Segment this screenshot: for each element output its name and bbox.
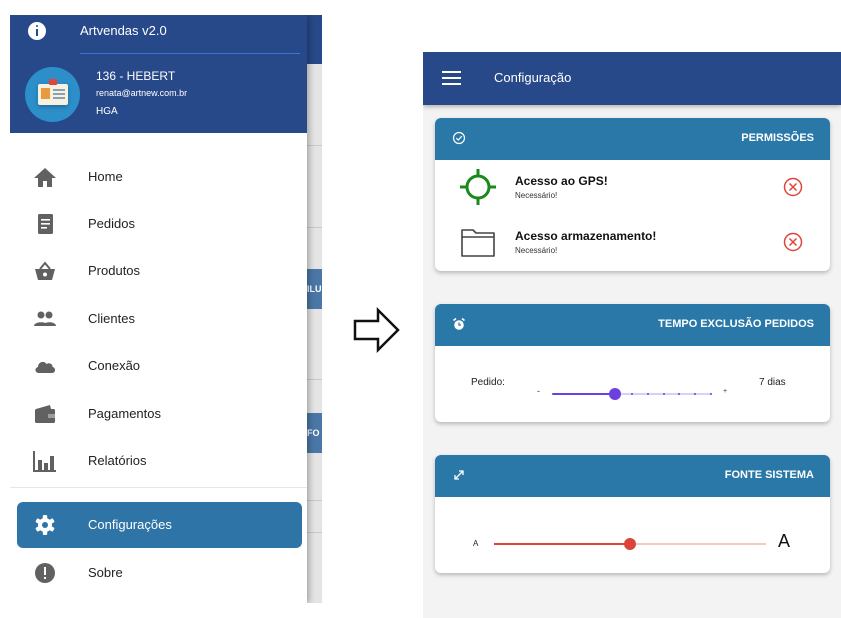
decrease-label: - [537, 386, 540, 396]
slider-step-dot [647, 393, 649, 395]
menu-item-conexao[interactable]: Conexão [17, 343, 302, 389]
home-icon [34, 168, 56, 187]
right-arrow-icon [353, 306, 400, 354]
menu-label: Pagamentos [88, 406, 161, 421]
folder-icon [461, 229, 495, 257]
background-divider [307, 227, 322, 228]
background-app-bar [307, 15, 322, 64]
order-deletion-title: TEMPO EXCLUSÃO PEDIDOS [658, 318, 814, 330]
basket-icon [35, 261, 55, 280]
menu-item-produtos[interactable]: Produtos [17, 248, 302, 294]
alarm-icon [453, 317, 465, 330]
slider-step-dot [631, 393, 633, 395]
gear-icon [35, 515, 55, 535]
user-company: HGA [96, 106, 118, 117]
denied-x-icon[interactable] [783, 177, 803, 197]
permission-row-gps[interactable]: Acesso ao GPS! Necessário! [435, 160, 830, 215]
menu-item-pedidos[interactable]: Pedidos [17, 201, 302, 247]
menu-label: Home [88, 169, 123, 184]
gps-crosshair-icon [460, 169, 496, 205]
permissions-card: PERMISSÕES Acesso ao GPS! Necessário! Ac… [435, 118, 830, 271]
permission-title: Acesso ao GPS! [515, 174, 608, 188]
app-bar: Configuração [423, 52, 841, 105]
avatar [25, 67, 80, 122]
denied-x-icon[interactable] [783, 232, 803, 252]
order-deletion-card-header: TEMPO EXCLUSÃO PEDIDOS [435, 304, 830, 346]
permissions-card-header: PERMISSÕES [435, 118, 830, 160]
order-deletion-card: TEMPO EXCLUSÃO PEDIDOS Pedido: - + 7 dia… [435, 304, 830, 422]
page-title: Configuração [494, 70, 572, 85]
slider-step-dot [710, 393, 712, 395]
increase-label: + [723, 388, 728, 395]
menu-divider [10, 487, 307, 488]
menu-item-clientes[interactable]: Clientes [17, 296, 302, 342]
permission-row-storage[interactable]: Acesso armazenamento! Necessário! [435, 215, 830, 270]
background-divider [307, 532, 322, 533]
system-font-card: FONTE SISTEMA A A [435, 455, 830, 573]
menu-label: Produtos [88, 263, 141, 278]
font-size-min-label: A [473, 539, 479, 548]
background-section-band: ILU [307, 269, 322, 309]
document-icon [38, 214, 53, 234]
system-font-slider[interactable] [494, 536, 766, 552]
slider-step-dot [663, 393, 665, 395]
menu-item-relatorios[interactable]: Relatórios [17, 438, 302, 484]
permission-title: Acesso armazenamento! [515, 229, 657, 243]
cloud-icon [35, 361, 56, 373]
menu-label: Relatórios [88, 453, 147, 468]
header-divider [80, 53, 300, 54]
permissions-title: PERMISSÕES [741, 132, 814, 144]
slider-fill [494, 543, 630, 545]
user-email: renata@artnew.com.br [96, 88, 188, 98]
menu-item-configuracoes[interactable]: Configurações [17, 502, 302, 548]
info-icon[interactable] [28, 22, 46, 40]
order-days-value: 7 dias [759, 377, 786, 388]
app-version: Artvendas v2.0 [80, 23, 167, 38]
menu-item-pagamentos[interactable]: Pagamentos [17, 391, 302, 437]
navigation-drawer-screen: ILU FO Artvendas v2.0 136 - HEBERT renat… [10, 15, 322, 603]
user-name: 136 - HEBERT [96, 69, 176, 83]
background-divider [307, 379, 322, 380]
people-icon [34, 311, 56, 326]
check-circle-icon [452, 131, 466, 145]
bar-chart-icon [33, 451, 56, 472]
background-divider [307, 500, 322, 501]
order-deletion-slider[interactable] [552, 386, 712, 402]
background-screen-edge: ILU FO [307, 15, 322, 603]
font-size-max-label: A [778, 531, 791, 551]
background-divider [307, 145, 322, 146]
drawer-header: Artvendas v2.0 136 - HEBERT renata@artne… [10, 15, 307, 133]
order-label: Pedido: [471, 377, 505, 388]
system-font-card-header: FONTE SISTEMA [435, 455, 830, 497]
menu-icon[interactable] [442, 71, 461, 85]
menu-item-home[interactable]: Home [17, 154, 302, 200]
id-card-clip [49, 79, 57, 85]
menu-label: Pedidos [88, 216, 135, 231]
slider-fill [553, 393, 615, 395]
menu-item-sobre[interactable]: Sobre [17, 550, 302, 596]
permission-subtitle: Necessário! [515, 246, 558, 255]
slider-thumb[interactable] [624, 538, 636, 550]
id-card-icon [38, 84, 68, 105]
menu-label: Clientes [88, 311, 135, 326]
wallet-icon [35, 405, 55, 423]
exclamation-icon [35, 563, 55, 583]
background-section-band: FO [307, 413, 322, 453]
permission-subtitle: Necessário! [515, 191, 558, 200]
menu-label: Configurações [88, 517, 172, 532]
configuration-screen: Configuração PERMISSÕES Acesso ao GPS! N… [423, 52, 841, 618]
menu-label: Conexão [88, 358, 141, 373]
expand-icon [454, 470, 464, 480]
slider-step-dot [678, 393, 680, 395]
system-font-title: FONTE SISTEMA [724, 469, 814, 481]
navigation-drawer: Artvendas v2.0 136 - HEBERT renata@artne… [10, 15, 307, 603]
slider-step-dot [694, 393, 696, 395]
menu-label: Sobre [88, 565, 123, 580]
slider-thumb[interactable] [609, 388, 621, 400]
